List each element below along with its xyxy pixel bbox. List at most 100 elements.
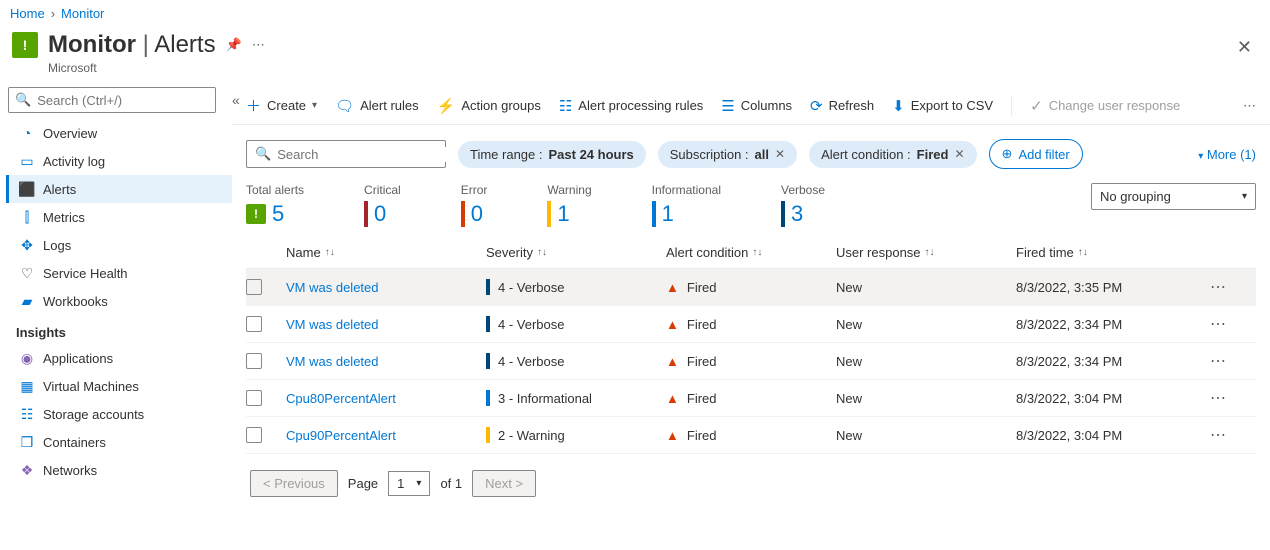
table-row[interactable]: VM was deleted4 - Verbose▲FiredNew8/3/20… [246,269,1256,306]
nav-icon: ☷ [19,406,35,422]
row-more-icon[interactable]: ⋯ [1186,388,1226,408]
sidebar-item-service-health[interactable]: ♡Service Health [6,259,232,287]
nav-icon: ◉ [19,350,35,366]
pin-icon[interactable]: 📌 [226,37,242,53]
sidebar-item-activity-log[interactable]: ▭ Activity log [6,147,232,175]
more-icon[interactable]: ⋯ [252,37,265,53]
sort-icon: ↑↓ [925,247,935,258]
alert-rules-icon: 🗨 [335,97,354,115]
row-checkbox[interactable] [246,390,262,406]
alert-name-link[interactable]: Cpu80PercentAlert [286,391,396,406]
sidebar-item-networks[interactable]: ❖Networks [6,456,232,484]
clear-icon[interactable]: ✕ [954,147,964,161]
summary-informational[interactable]: Informational 1 [652,183,721,227]
table-row[interactable]: Cpu90PercentAlert2 - Warning▲FiredNew8/3… [246,417,1256,454]
add-filter-button[interactable]: ⊕Add filter [989,139,1083,169]
warning-value: 1 [557,201,569,227]
grouping-dropdown[interactable]: No grouping ▾ [1091,183,1256,210]
summary-critical[interactable]: Critical 0 [364,183,401,227]
clear-icon[interactable]: ✕ [775,147,785,161]
sidebar: 🔍 « ◔Overview▭Activity log⬛Alerts⫿Metric… [0,87,232,513]
more-filters-link[interactable]: ▾ More (1) [1198,147,1256,162]
column-condition[interactable]: Alert condition↑↓ [666,245,836,260]
download-icon: ⬇ [892,97,905,115]
sort-icon: ↑↓ [1078,247,1088,258]
refresh-button[interactable]: ⟳Refresh [810,97,874,115]
row-more-icon[interactable]: ⋯ [1186,277,1226,297]
nav-icon: ▭ [19,153,35,169]
summary-verbose[interactable]: Verbose 3 [781,183,825,227]
table-row[interactable]: VM was deleted4 - Verbose▲FiredNew8/3/20… [246,306,1256,343]
row-checkbox[interactable] [246,316,262,332]
previous-button: < Previous [250,470,338,497]
breadcrumb-home[interactable]: Home [10,6,45,21]
title-section: Alerts [154,31,215,58]
sidebar-search-input[interactable] [37,93,213,108]
processing-icon: ☷ [559,97,572,115]
summary-warning[interactable]: Warning 1 [547,183,591,227]
nav-label: Activity log [43,154,105,169]
columns-label: Columns [741,98,792,113]
alert-name-link[interactable]: VM was deleted [286,354,379,369]
sidebar-item-containers[interactable]: ❒Containers [6,428,232,456]
severity-text: 4 - Verbose [498,280,565,295]
page-select[interactable]: 1▾ [388,471,430,496]
chevron-down-icon: ▾ [312,100,317,111]
severity-text: 4 - Verbose [498,354,565,369]
summary-total[interactable]: Total alerts !5 [246,183,304,227]
alert-name-link[interactable]: VM was deleted [286,280,379,295]
nav-icon: ▰ [19,293,35,309]
row-more-icon[interactable]: ⋯ [1186,314,1226,334]
toolbar-more-icon[interactable]: ⋯ [1243,98,1256,114]
sub-label: Subscription : [670,147,749,162]
row-checkbox[interactable] [246,279,262,295]
info-label: Informational [652,183,721,197]
create-button[interactable]: ＋Create▾ [246,95,317,116]
alert-processing-button[interactable]: ☷Alert processing rules [559,97,703,115]
table-row[interactable]: Cpu80PercentAlert3 - Informational▲Fired… [246,380,1256,417]
breadcrumb-monitor[interactable]: Monitor [61,6,104,21]
sidebar-item-virtual-machines[interactable]: ▦Virtual Machines [6,372,232,400]
filter-search[interactable]: 🔍 [246,140,446,168]
action-groups-button[interactable]: ⚡Action groups [437,97,541,115]
warning-icon: ▲ [666,391,679,406]
row-more-icon[interactable]: ⋯ [1186,425,1226,445]
export-button[interactable]: ⬇Export to CSV [892,97,993,115]
sidebar-item-logs[interactable]: ✥Logs [6,231,232,259]
close-icon[interactable]: ✕ [1231,31,1258,64]
next-button: Next > [472,470,536,497]
sidebar-item-metrics[interactable]: ⫿Metrics [6,203,232,231]
alert-rules-button[interactable]: 🗨Alert rules [335,97,419,115]
alert-name-link[interactable]: VM was deleted [286,317,379,332]
time-range-pill[interactable]: Time range : Past 24 hours [458,141,646,168]
column-fired[interactable]: Fired time↑↓ [1016,245,1186,260]
nav-label: Applications [43,351,113,366]
subscription-pill[interactable]: Subscription : all✕ [658,141,797,168]
refresh-icon: ⟳ [810,97,823,115]
col-response-label: User response [836,245,921,260]
alert-name-link[interactable]: Cpu90PercentAlert [286,428,396,443]
sidebar-item-storage-accounts[interactable]: ☷Storage accounts [6,400,232,428]
sidebar-item-workbooks[interactable]: ▰Workbooks [6,287,232,315]
column-response[interactable]: User response ↑↓ [836,245,1016,260]
column-name[interactable]: Name↑↓ [286,245,486,260]
sidebar-item-applications[interactable]: ◉ Applications [6,344,232,372]
condition-pill[interactable]: Alert condition : Fired✕ [809,141,976,168]
row-checkbox[interactable] [246,427,262,443]
sidebar-item-alerts[interactable]: ⬛Alerts [6,175,232,203]
title-separator: | [143,31,155,58]
col-condition-label: Alert condition [666,245,748,260]
sidebar-item-overview[interactable]: ◔Overview [6,119,232,147]
sidebar-search[interactable]: 🔍 [8,87,216,113]
summary-error[interactable]: Error 0 [461,183,488,227]
nav-label: Metrics [43,210,85,225]
column-severity[interactable]: Severity↑↓ [486,245,666,260]
nav-label: Alerts [43,182,76,197]
row-checkbox[interactable] [246,353,262,369]
table-row[interactable]: VM was deleted4 - Verbose▲FiredNew8/3/20… [246,343,1256,380]
warning-label: Warning [547,183,591,197]
row-more-icon[interactable]: ⋯ [1186,351,1226,371]
columns-button[interactable]: ☰Columns [721,97,792,115]
filter-search-input[interactable] [277,147,453,162]
total-label: Total alerts [246,183,304,197]
